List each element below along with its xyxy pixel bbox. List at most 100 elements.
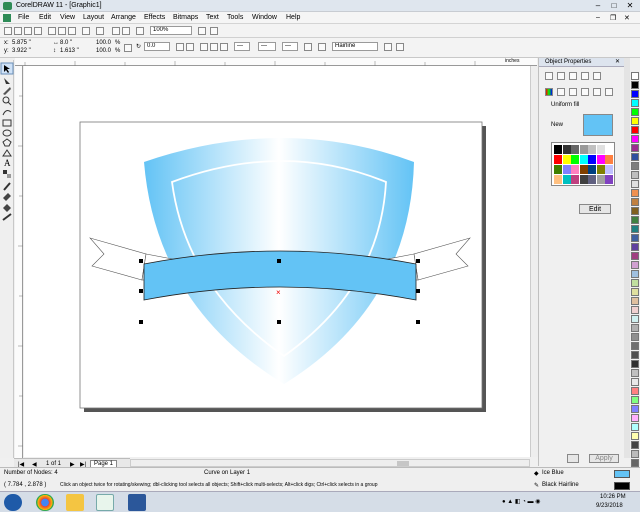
menu-layout[interactable]: Layout: [83, 14, 104, 21]
palette-swatch[interactable]: [631, 153, 639, 161]
scale-x-field[interactable]: 100.0: [96, 40, 111, 46]
palette-swatch[interactable]: [631, 207, 639, 215]
palette-swatch[interactable]: [631, 135, 639, 143]
palette-swatch[interactable]: [631, 261, 639, 269]
zoom-tool-icon[interactable]: [2, 96, 12, 106]
outline-tool-icon[interactable]: [3, 193, 11, 201]
internet-tab-icon[interactable]: [593, 72, 601, 80]
to-front-icon[interactable]: [384, 43, 392, 51]
export-icon[interactable]: [122, 27, 130, 35]
freehand-tool-icon[interactable]: [2, 110, 12, 116]
palette-swatch[interactable]: [631, 243, 639, 251]
fountain-fill-icon[interactable]: [557, 88, 565, 96]
palette-swatch[interactable]: [631, 369, 639, 377]
copy-icon[interactable]: [58, 27, 66, 35]
general-tab-icon[interactable]: [569, 72, 577, 80]
palette-swatch[interactable]: [631, 72, 639, 80]
palette-swatch[interactable]: [631, 117, 639, 125]
palette-swatch[interactable]: [631, 189, 639, 197]
color-grid-cell[interactable]: [579, 145, 588, 154]
palette-swatch[interactable]: [631, 288, 639, 296]
menu-edit[interactable]: Edit: [39, 14, 51, 21]
doc-minimize-button[interactable]: –: [596, 14, 600, 21]
palette-swatch[interactable]: [631, 405, 639, 413]
interactive-fill-tool-icon[interactable]: [2, 213, 12, 221]
palette-swatch[interactable]: [631, 396, 639, 404]
palette-swatch[interactable]: [631, 441, 639, 449]
mirror-vertical-icon[interactable]: [186, 43, 194, 51]
palette-swatch[interactable]: [631, 81, 639, 89]
palette-swatch[interactable]: [631, 270, 639, 278]
lock-ratio-icon[interactable]: [124, 44, 132, 52]
basic-shapes-tool-icon[interactable]: [2, 149, 12, 157]
color-grid-cell[interactable]: [571, 155, 579, 164]
color-grid-cell[interactable]: [579, 175, 588, 184]
palette-swatch[interactable]: [631, 315, 639, 323]
palette-swatch[interactable]: [631, 351, 639, 359]
horizontal-scrollbar[interactable]: [130, 459, 530, 467]
palette-swatch[interactable]: [631, 216, 639, 224]
palette-swatch[interactable]: [631, 423, 639, 431]
palette-swatch[interactable]: [631, 225, 639, 233]
color-grid-cell[interactable]: [588, 145, 596, 154]
color-grid-cell[interactable]: [554, 175, 562, 184]
menu-text[interactable]: Text: [206, 14, 219, 21]
horizontal-scroll-thumb[interactable]: [397, 461, 409, 466]
menu-effects[interactable]: Effects: [144, 14, 165, 21]
fill-tab-icon[interactable]: [545, 72, 553, 80]
horizontal-ruler[interactable]: inches: [15, 58, 537, 66]
palette-swatch[interactable]: [631, 108, 639, 116]
end-arrow-select[interactable]: —: [282, 42, 298, 51]
color-grid-cell[interactable]: [588, 165, 596, 174]
palette-swatch[interactable]: [631, 378, 639, 386]
palette-swatch[interactable]: [631, 450, 639, 458]
knife-tool-icon[interactable]: [3, 87, 11, 95]
palette-swatch[interactable]: [631, 324, 639, 332]
interactive-blend-tool-icon[interactable]: [3, 170, 11, 178]
palette-swatch[interactable]: [631, 459, 639, 467]
palette-swatch[interactable]: [631, 414, 639, 422]
drawing-canvas[interactable]: ×: [24, 66, 532, 457]
open-icon[interactable]: [14, 27, 22, 35]
fill-tool-icon[interactable]: [3, 204, 11, 212]
detail-tab-icon[interactable]: [581, 72, 589, 80]
palette-swatch[interactable]: [631, 387, 639, 395]
color-grid-cell[interactable]: [579, 165, 588, 174]
color-grid-cell[interactable]: [588, 175, 596, 184]
import-icon[interactable]: [112, 27, 120, 35]
to-back-icon[interactable]: [396, 43, 404, 51]
height-field[interactable]: 1.613 ": [60, 48, 79, 54]
close-button[interactable]: ✕: [622, 1, 638, 11]
color-grid-cell[interactable]: [554, 145, 562, 154]
color-grid-cell[interactable]: [562, 175, 571, 184]
maximize-button[interactable]: □: [606, 1, 622, 11]
save-icon[interactable]: [24, 27, 32, 35]
color-grid-cell[interactable]: [596, 155, 605, 164]
color-grid-cell[interactable]: [596, 165, 605, 174]
width-field[interactable]: 8.0 ": [60, 40, 72, 46]
outline-pen-icon[interactable]: [318, 43, 326, 51]
shape-tool-icon[interactable]: [4, 78, 10, 84]
color-grid-cell[interactable]: [596, 175, 605, 184]
palette-swatch[interactable]: [631, 297, 639, 305]
ellipse-tool-icon[interactable]: [2, 129, 12, 137]
color-grid-cell[interactable]: [554, 155, 562, 164]
mirror-horizontal-icon[interactable]: [176, 43, 184, 51]
outline-tab-icon[interactable]: [557, 72, 565, 80]
paste-icon[interactable]: [68, 27, 76, 35]
lock-icon[interactable]: [567, 454, 579, 463]
redo-icon[interactable]: [96, 27, 104, 35]
start-arrow-select[interactable]: —: [234, 42, 250, 51]
palette-swatch[interactable]: [631, 144, 639, 152]
color-grid-cell[interactable]: [562, 145, 571, 154]
menu-window[interactable]: Window: [252, 14, 277, 21]
edit-button[interactable]: Edit: [579, 204, 611, 214]
doc-close-button[interactable]: ✕: [624, 14, 630, 22]
palette-swatch[interactable]: [631, 171, 639, 179]
palette-swatch[interactable]: [631, 198, 639, 206]
y-position-field[interactable]: 3.922 ": [12, 48, 31, 54]
cut-icon[interactable]: [48, 27, 56, 35]
color-grid-cell[interactable]: [562, 165, 571, 174]
palette-swatch[interactable]: [631, 342, 639, 350]
color-grid-cell[interactable]: [562, 155, 571, 164]
